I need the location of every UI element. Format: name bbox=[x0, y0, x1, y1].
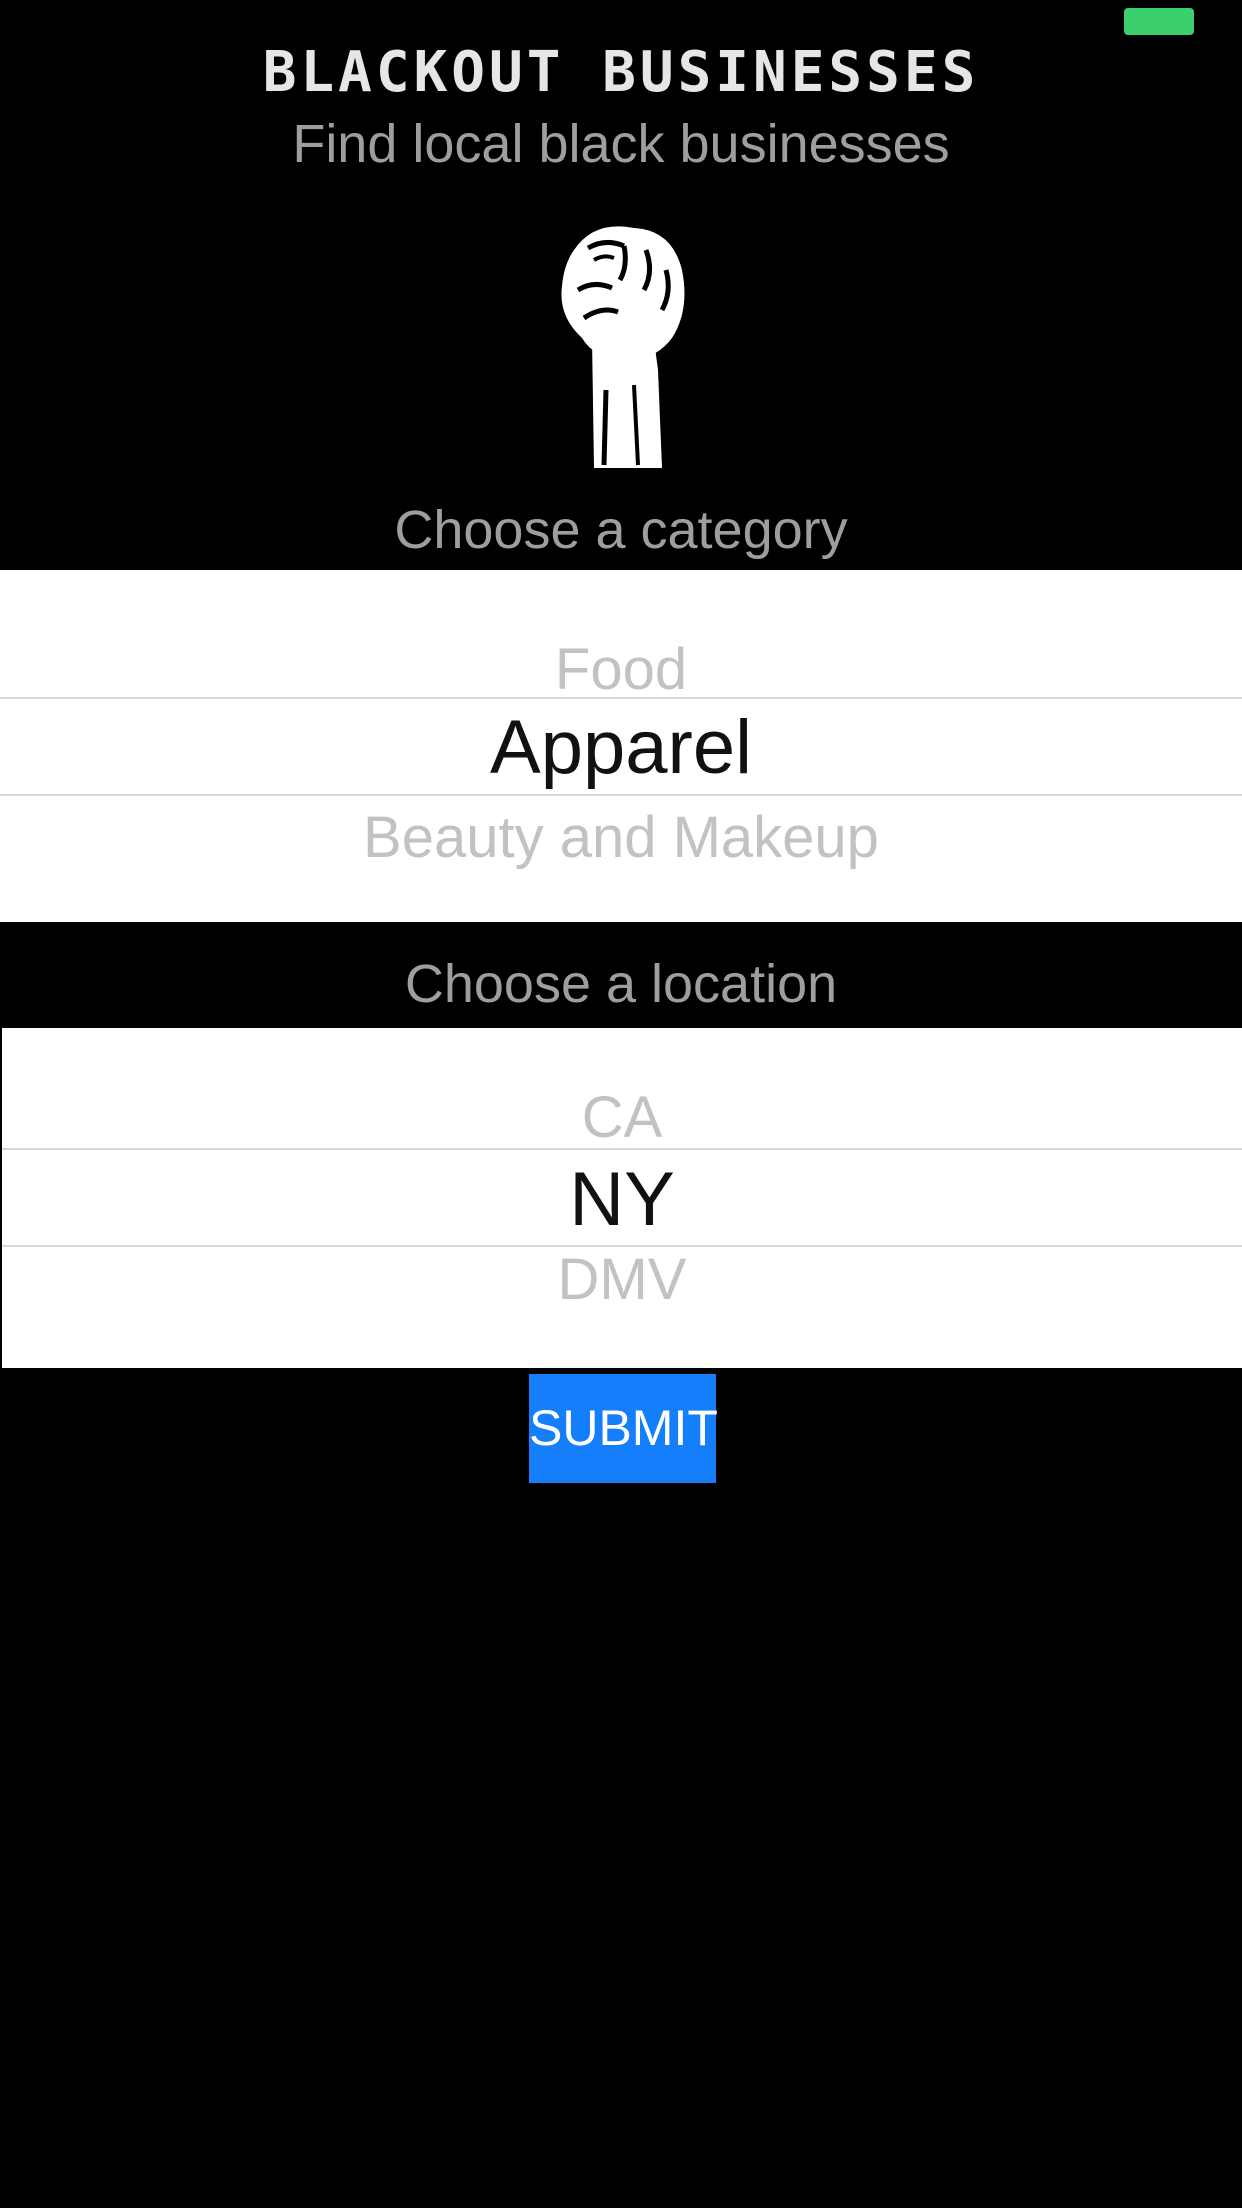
battery-icon bbox=[1124, 8, 1194, 35]
category-option-apparel[interactable]: Apparel bbox=[0, 700, 1242, 796]
app-title: BLACKOUT BUSINESSES bbox=[262, 40, 980, 105]
app-subtitle: Find local black businesses bbox=[292, 114, 950, 174]
picker-selection-line-top bbox=[0, 697, 1242, 699]
location-option-ny[interactable]: NY bbox=[2, 1152, 1242, 1248]
location-option-dmv[interactable]: DMV bbox=[2, 1240, 1242, 1320]
raised-fist-icon bbox=[561, 226, 685, 468]
location-option-ca[interactable]: CA bbox=[2, 1078, 1242, 1158]
category-label: Choose a category bbox=[394, 500, 848, 560]
picker-selection-line-bottom bbox=[0, 794, 1242, 796]
picker-selection-line-top bbox=[2, 1148, 1242, 1150]
location-picker[interactable]: CA NY DMV bbox=[2, 1028, 1242, 1368]
category-option-beauty-and-makeup[interactable]: Beauty and Makeup bbox=[0, 798, 1242, 878]
category-picker[interactable]: Food Apparel Beauty and Makeup bbox=[0, 570, 1242, 922]
location-label: Choose a location bbox=[404, 954, 838, 1014]
submit-button[interactable]: SUBMIT bbox=[529, 1374, 718, 1483]
